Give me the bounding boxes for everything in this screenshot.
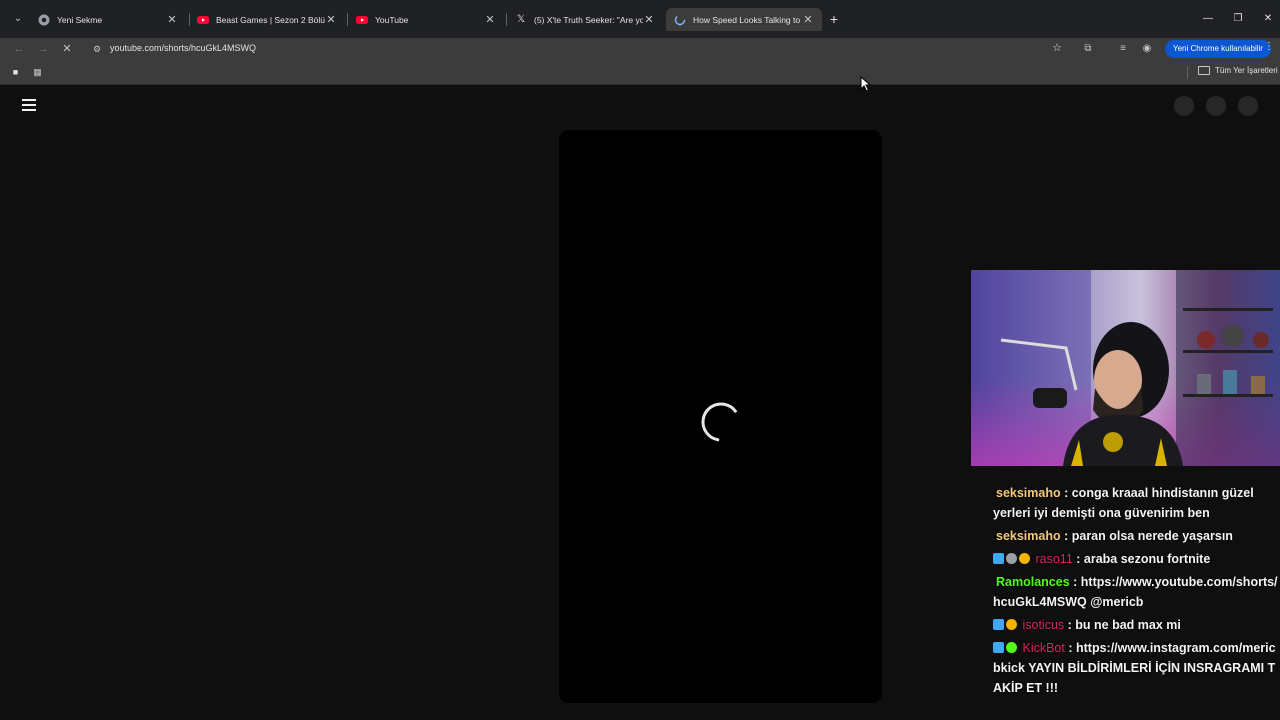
bookmarks-folder-label: Tüm Yer İşaretleri: [1215, 66, 1278, 75]
chat-badge-icon: [1006, 619, 1017, 630]
chat-username: Ramolances: [996, 575, 1070, 589]
chat-badge-icon: [993, 553, 1004, 564]
chat-username: isoticus: [1022, 618, 1065, 632]
chat-text: : paran olsa nerede yaşarsın: [1060, 529, 1233, 543]
back-icon[interactable]: ←: [11, 41, 27, 57]
chat-username: raso11: [1035, 552, 1073, 566]
folder-icon: [1198, 66, 1210, 75]
tab-title: (5) X'te Truth Seeker: "Are you s: [534, 14, 643, 25]
menu-icon[interactable]: [22, 99, 36, 111]
close-icon[interactable]: ✕: [484, 13, 496, 26]
chrome-update-button[interactable]: Yeni Chrome kullanılabilir: [1165, 40, 1271, 58]
bookmarks-bar: ■ ▦ Tüm Yer İşaretleri: [0, 60, 1280, 85]
tab-title: How Speed Looks Talking to Us: [693, 14, 802, 25]
new-tab-button[interactable]: +: [826, 11, 842, 27]
chat-badge-icon: [993, 642, 1004, 653]
url-text: youtube.com/shorts/hcuGkL4MSWQ: [110, 43, 257, 53]
restore-icon[interactable]: ❐: [1230, 11, 1246, 27]
chat-text: : bu ne bad max mi: [1064, 618, 1181, 632]
chat-username: seksimaho: [996, 486, 1061, 500]
chat-text: : araba sezonu fortnite: [1072, 552, 1211, 566]
profile-icon[interactable]: ◉: [1139, 41, 1155, 57]
tab-beast-games[interactable]: Beast Games | Sezon 2 Bölüm 2 ✕: [189, 8, 345, 31]
chat-badge-icon: [1006, 642, 1017, 653]
mouse-cursor-icon: [860, 76, 872, 92]
youtube-page: seksimaho : conga kraaal hindistanın güz…: [0, 86, 1280, 720]
all-bookmarks-folder[interactable]: Tüm Yer İşaretleri: [1198, 66, 1278, 75]
chat-badge-icon: [1019, 553, 1030, 564]
youtube-icon: [356, 15, 368, 24]
chat-username: seksimaho: [996, 529, 1061, 543]
loading-icon: [674, 14, 686, 25]
address-bar[interactable]: ⚙ youtube.com/shorts/hcuGkL4MSWQ ☆: [84, 38, 1072, 60]
streamer-webcam-image: [971, 270, 1280, 466]
tab-title: YouTube: [375, 14, 409, 25]
tab-youtube[interactable]: YouTube ✕: [348, 8, 504, 31]
site-info-icon[interactable]: ⚙: [90, 42, 104, 56]
browser-toolbar: ← → ✕ ⚙ youtube.com/shorts/hcuGkL4MSWQ ☆…: [0, 38, 1280, 60]
youtube-icon: [197, 15, 209, 24]
apps-grid-icon[interactable]: ▦: [31, 66, 44, 79]
close-icon[interactable]: ✕: [166, 13, 178, 26]
stop-loading-icon[interactable]: ✕: [59, 41, 75, 57]
close-icon[interactable]: ✕: [643, 13, 655, 26]
placeholder-circle-icon[interactable]: [1206, 96, 1226, 116]
chat-badge-icon: [1006, 553, 1017, 564]
tab-group-icon[interactable]: ■: [9, 66, 22, 79]
placeholder-circle-icon[interactable]: [1238, 96, 1258, 116]
tab-active-shorts[interactable]: How Speed Looks Talking to Us ✕: [666, 8, 822, 31]
chat-message: seksimaho : conga kraaal hindistanın güz…: [993, 483, 1280, 523]
chrome-icon: [38, 14, 50, 25]
media-controls-icon[interactable]: ≡: [1115, 41, 1131, 57]
tab-search-icon[interactable]: ⌄: [9, 10, 27, 28]
stream-chat-overlay: seksimaho : conga kraaal hindistanın güz…: [993, 483, 1280, 701]
placeholder-circle-icon[interactable]: [1174, 96, 1194, 116]
tab-title: Yeni Sekme: [57, 14, 103, 25]
chat-message: KickBot : https://www.instagram.com/meri…: [993, 638, 1280, 698]
chat-username: KickBot: [1022, 641, 1065, 655]
x-icon: 𝕏: [516, 13, 526, 25]
extensions-icon[interactable]: ⧉: [1080, 41, 1096, 57]
shorts-video-player[interactable]: [559, 130, 882, 703]
tab-x-truth-seeker[interactable]: 𝕏 (5) X'te Truth Seeker: "Are you s ✕: [507, 8, 663, 31]
tab-new-tab[interactable]: Yeni Sekme ✕: [30, 8, 186, 31]
chat-message: Ramolances : https://www.youtube.com/sho…: [993, 572, 1280, 612]
webcam-overlay: [971, 270, 1280, 466]
minimize-icon[interactable]: —: [1200, 11, 1216, 27]
tab-title: Beast Games | Sezon 2 Bölüm 2: [216, 14, 325, 25]
chat-badge-icon: [993, 619, 1004, 630]
chat-message: seksimaho : paran olsa nerede yaşarsın: [993, 526, 1280, 546]
chat-message: raso11 : araba sezonu fortnite: [993, 549, 1280, 569]
bookmark-star-icon[interactable]: ☆: [1052, 41, 1062, 54]
close-icon[interactable]: ✕: [325, 13, 337, 26]
loading-spinner-icon: [701, 402, 741, 442]
bookmark-divider: [1187, 66, 1188, 79]
close-icon[interactable]: ✕: [802, 13, 814, 26]
menu-kebab-icon[interactable]: ⋮: [1264, 41, 1274, 52]
close-window-icon[interactable]: ✕: [1260, 11, 1276, 27]
tab-strip: ⌄ Yeni Sekme ✕ Beast Games | Sezon 2 Böl…: [0, 0, 1280, 38]
chat-message: isoticus : bu ne bad max mi: [993, 615, 1280, 635]
forward-icon[interactable]: →: [35, 41, 51, 57]
